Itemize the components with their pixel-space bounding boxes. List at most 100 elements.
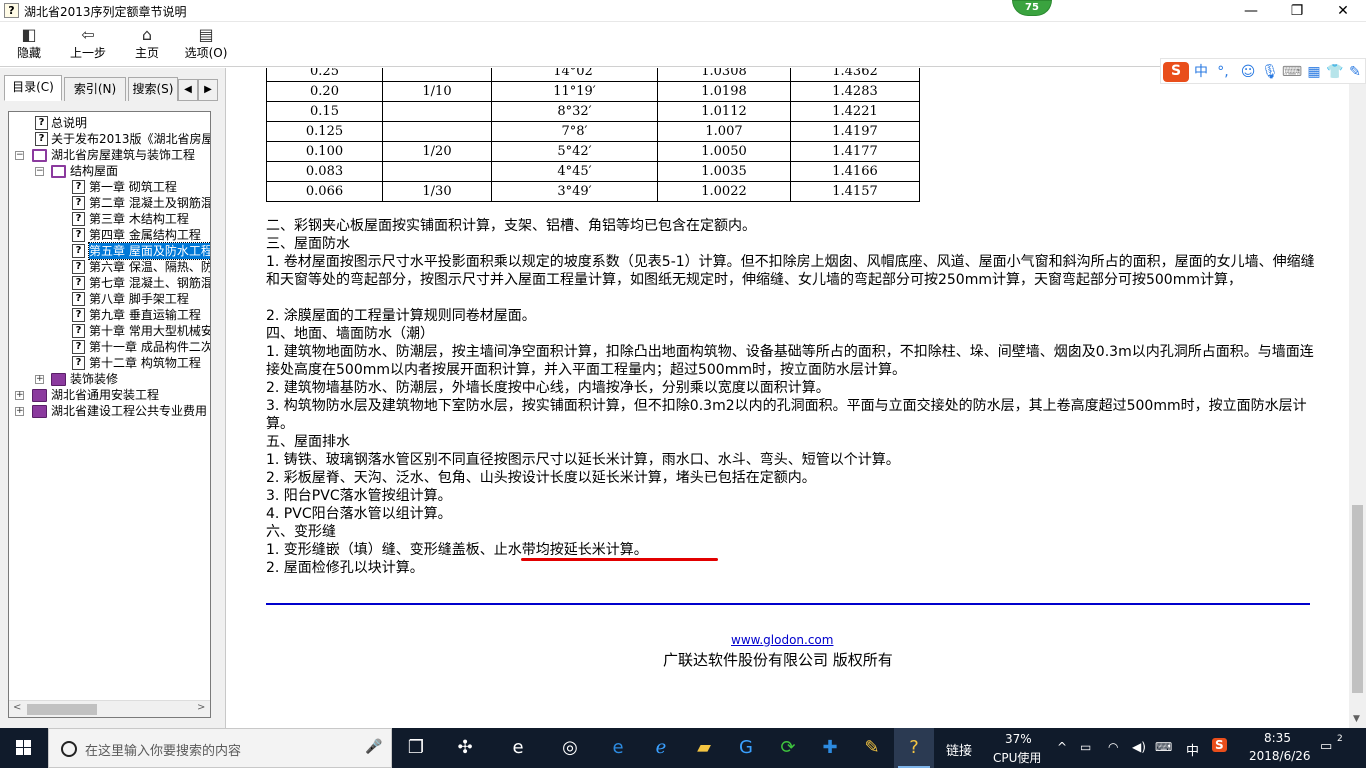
tree-item[interactable]: ? 第八章 脚手架工程 [9,291,209,307]
table-cell: 0.066 [266,181,383,202]
tree-item[interactable]: ? 第三章 木结构工程 [9,211,209,227]
tree-item-label: 第二章 混凝土及钢筋混 [89,196,211,210]
ime-punctuation-toggle[interactable]: °, [1211,63,1235,81]
scroll-thumb[interactable] [27,704,97,715]
app-window: ? 湖北省2013序列定额章节说明 75 — ❐ ✕ ◧ 隐藏 ⇦ 上一步 ⌂ … [0,0,1366,768]
help-page-icon: ? [35,132,48,146]
tree-item-label: 结构屋面 [70,164,119,178]
tree-horizontal-scrollbar[interactable]: < > [9,700,210,717]
collapse-toggle[interactable]: − [15,151,24,160]
tree-item[interactable]: ? 第七章 混凝土、钢筋混 [9,275,210,291]
expand-toggle[interactable]: + [15,407,24,416]
paragraph: 3. 阳台PVC落水管按组计算。 [266,488,452,504]
fan-app-icon[interactable]: ✣ [445,728,485,768]
tree-item-selected[interactable]: ? 第五章 屋面及防水工程 [9,242,210,260]
scroll-left-icon[interactable]: < [13,702,21,713]
chrome-like-icon[interactable]: ◎ [550,728,590,768]
toolbox-icon[interactable]: ▦ [1303,63,1325,81]
back-button[interactable]: ⇦ 上一步 [64,25,112,65]
ie-icon[interactable]: ℯ [641,728,681,768]
options-icon: ▤ [198,25,214,44]
volume-icon[interactable]: ◀) [1132,740,1146,754]
glodon-link[interactable]: www.glodon.com [731,633,833,647]
link-toolbar-label[interactable]: 链接 [946,740,972,759]
edge-browser-icon[interactable]: e [598,728,638,768]
options-button[interactable]: ▤ 选项(O) [182,25,230,65]
taskbar-search-box[interactable]: 在这里输入你要搜索的内容 🎤 [48,728,392,768]
tree-item[interactable]: ? 第四章 金属结构工程 [9,227,209,243]
table-row: 0.20 1/10 11°19′ 1.0198 1.4283 [266,81,920,102]
tree-item[interactable]: ? 第十二章 构筑物工程 [9,355,209,371]
tree-item[interactable]: ? 第九章 垂直运输工程 [9,307,209,323]
skin-icon[interactable]: 👕 [1325,63,1345,81]
ie-browser-icon[interactable]: e [498,728,538,768]
settings-wrench-icon[interactable]: ✎ [1345,63,1365,81]
wifi-icon[interactable]: ◠ [1108,740,1118,754]
contents-tree: ? 总说明 ? 关于发布2013版《湖北省房屋 − 湖北省房屋建筑与装饰工程 −… [8,111,211,718]
tree-item[interactable]: + 湖北省通用安装工程 [9,387,209,403]
minimize-button[interactable]: — [1228,0,1274,22]
tree-item[interactable]: ? 第一章 砌筑工程 [9,179,209,195]
green-refresh-icon[interactable]: ⟳ [768,728,808,768]
network-icon[interactable]: ▭ [1080,740,1091,754]
file-explorer-icon[interactable]: ▰ [684,728,724,768]
home-label: 主页 [134,46,159,60]
microphone-icon[interactable]: 🎙 [1259,63,1281,81]
action-center-icon[interactable]: ▭ [1320,739,1332,754]
scroll-down-icon[interactable]: ▼ [1353,714,1360,724]
help-page-icon: ? [72,244,85,258]
glodon-g-icon[interactable]: G [726,728,766,768]
tree-item[interactable]: ? 第六章 保温、隔热、防 [9,259,210,275]
collapse-toggle[interactable]: − [35,167,44,176]
clock-time[interactable]: 8:35 [1264,731,1291,745]
blue-plus-app-icon[interactable]: ✚ [810,728,850,768]
slope-coefficient-table: 0.25 14°02′ 1.0308 1.4362 0.20 1/10 11°19′ 1.01… [266,68,920,202]
windows-logo-icon [16,740,31,755]
ime-indicator[interactable]: 中 [1186,740,1199,759]
start-button[interactable] [0,728,48,768]
keyboard-icon[interactable]: ⌨ [1281,63,1303,81]
home-button[interactable]: ⌂ 主页 [127,25,167,65]
tree-item[interactable]: ? 总说明 [9,115,209,131]
tree-item[interactable]: − 湖北省房屋建筑与装饰工程 [9,147,209,163]
help-app-icon: ? [4,3,19,18]
help-app-taskbar-icon[interactable]: ? [894,728,934,768]
tab-index[interactable]: 索引(N) [64,77,126,101]
show-hidden-icons-icon[interactable]: ^ [1057,740,1067,754]
microphone-icon[interactable]: 🎤 [365,739,382,755]
tab-prev-button[interactable]: ◀ [178,79,198,101]
tree-item[interactable]: − 结构屋面 [9,163,209,179]
floating-badge[interactable]: 75 [1012,0,1052,16]
notes-app-icon[interactable]: ✎ [852,728,892,768]
tree-item[interactable]: ? 第二章 混凝土及钢筋混 [9,195,211,211]
scroll-thumb[interactable] [1352,505,1363,693]
close-button[interactable]: ✕ [1320,0,1366,22]
tree-item[interactable]: + 湖北省建设工程公共专业费用 [9,403,209,419]
tree-item[interactable]: ? 第十章 常用大型机械安 [9,323,210,339]
expand-toggle[interactable]: + [15,391,24,400]
hide-button[interactable]: ◧ 隐藏 [8,25,50,65]
expand-toggle[interactable]: + [35,375,44,384]
tree-item[interactable]: + 装饰装修 [9,371,209,387]
clock-date[interactable]: 2018/6/26 [1249,749,1311,763]
content-vertical-scrollbar[interactable]: ▲ ▼ [1349,68,1366,728]
tree-item[interactable]: ? 第十一章 成品构件二次 [9,339,210,355]
document-content: 0.25 14°02′ 1.0308 1.4362 0.20 1/10 11°19′ 1.01… [227,68,1349,728]
keyboard-tray-icon[interactable]: ⌨ [1155,740,1172,754]
help-page-icon: ? [72,212,85,226]
task-view-icon[interactable]: ❐ [396,728,436,768]
tree-item[interactable]: ? 关于发布2013版《湖北省房屋 [9,131,210,147]
scroll-right-icon[interactable]: > [197,702,205,713]
ime-language-toggle[interactable]: 中 [1191,63,1211,81]
sogou-tray-icon[interactable]: S [1212,738,1227,752]
cortana-circle-icon [61,741,77,757]
window-title: 湖北省2013序列定额章节说明 [24,5,187,19]
emoji-icon[interactable]: ☺ [1237,63,1259,81]
back-label: 上一步 [69,46,106,60]
tab-contents[interactable]: 目录(C) [4,75,62,101]
tab-next-button[interactable]: ▶ [198,79,218,101]
tab-search[interactable]: 搜索(S) [128,77,178,101]
taskbar: 在这里输入你要搜索的内容 🎤 ❐ ✣ e ◎ e ℯ ▰ G ⟳ ✚ ✎ ? 链… [0,728,1366,768]
maximize-button[interactable]: ❐ [1274,0,1320,22]
sogou-logo-icon[interactable]: S [1163,62,1189,82]
